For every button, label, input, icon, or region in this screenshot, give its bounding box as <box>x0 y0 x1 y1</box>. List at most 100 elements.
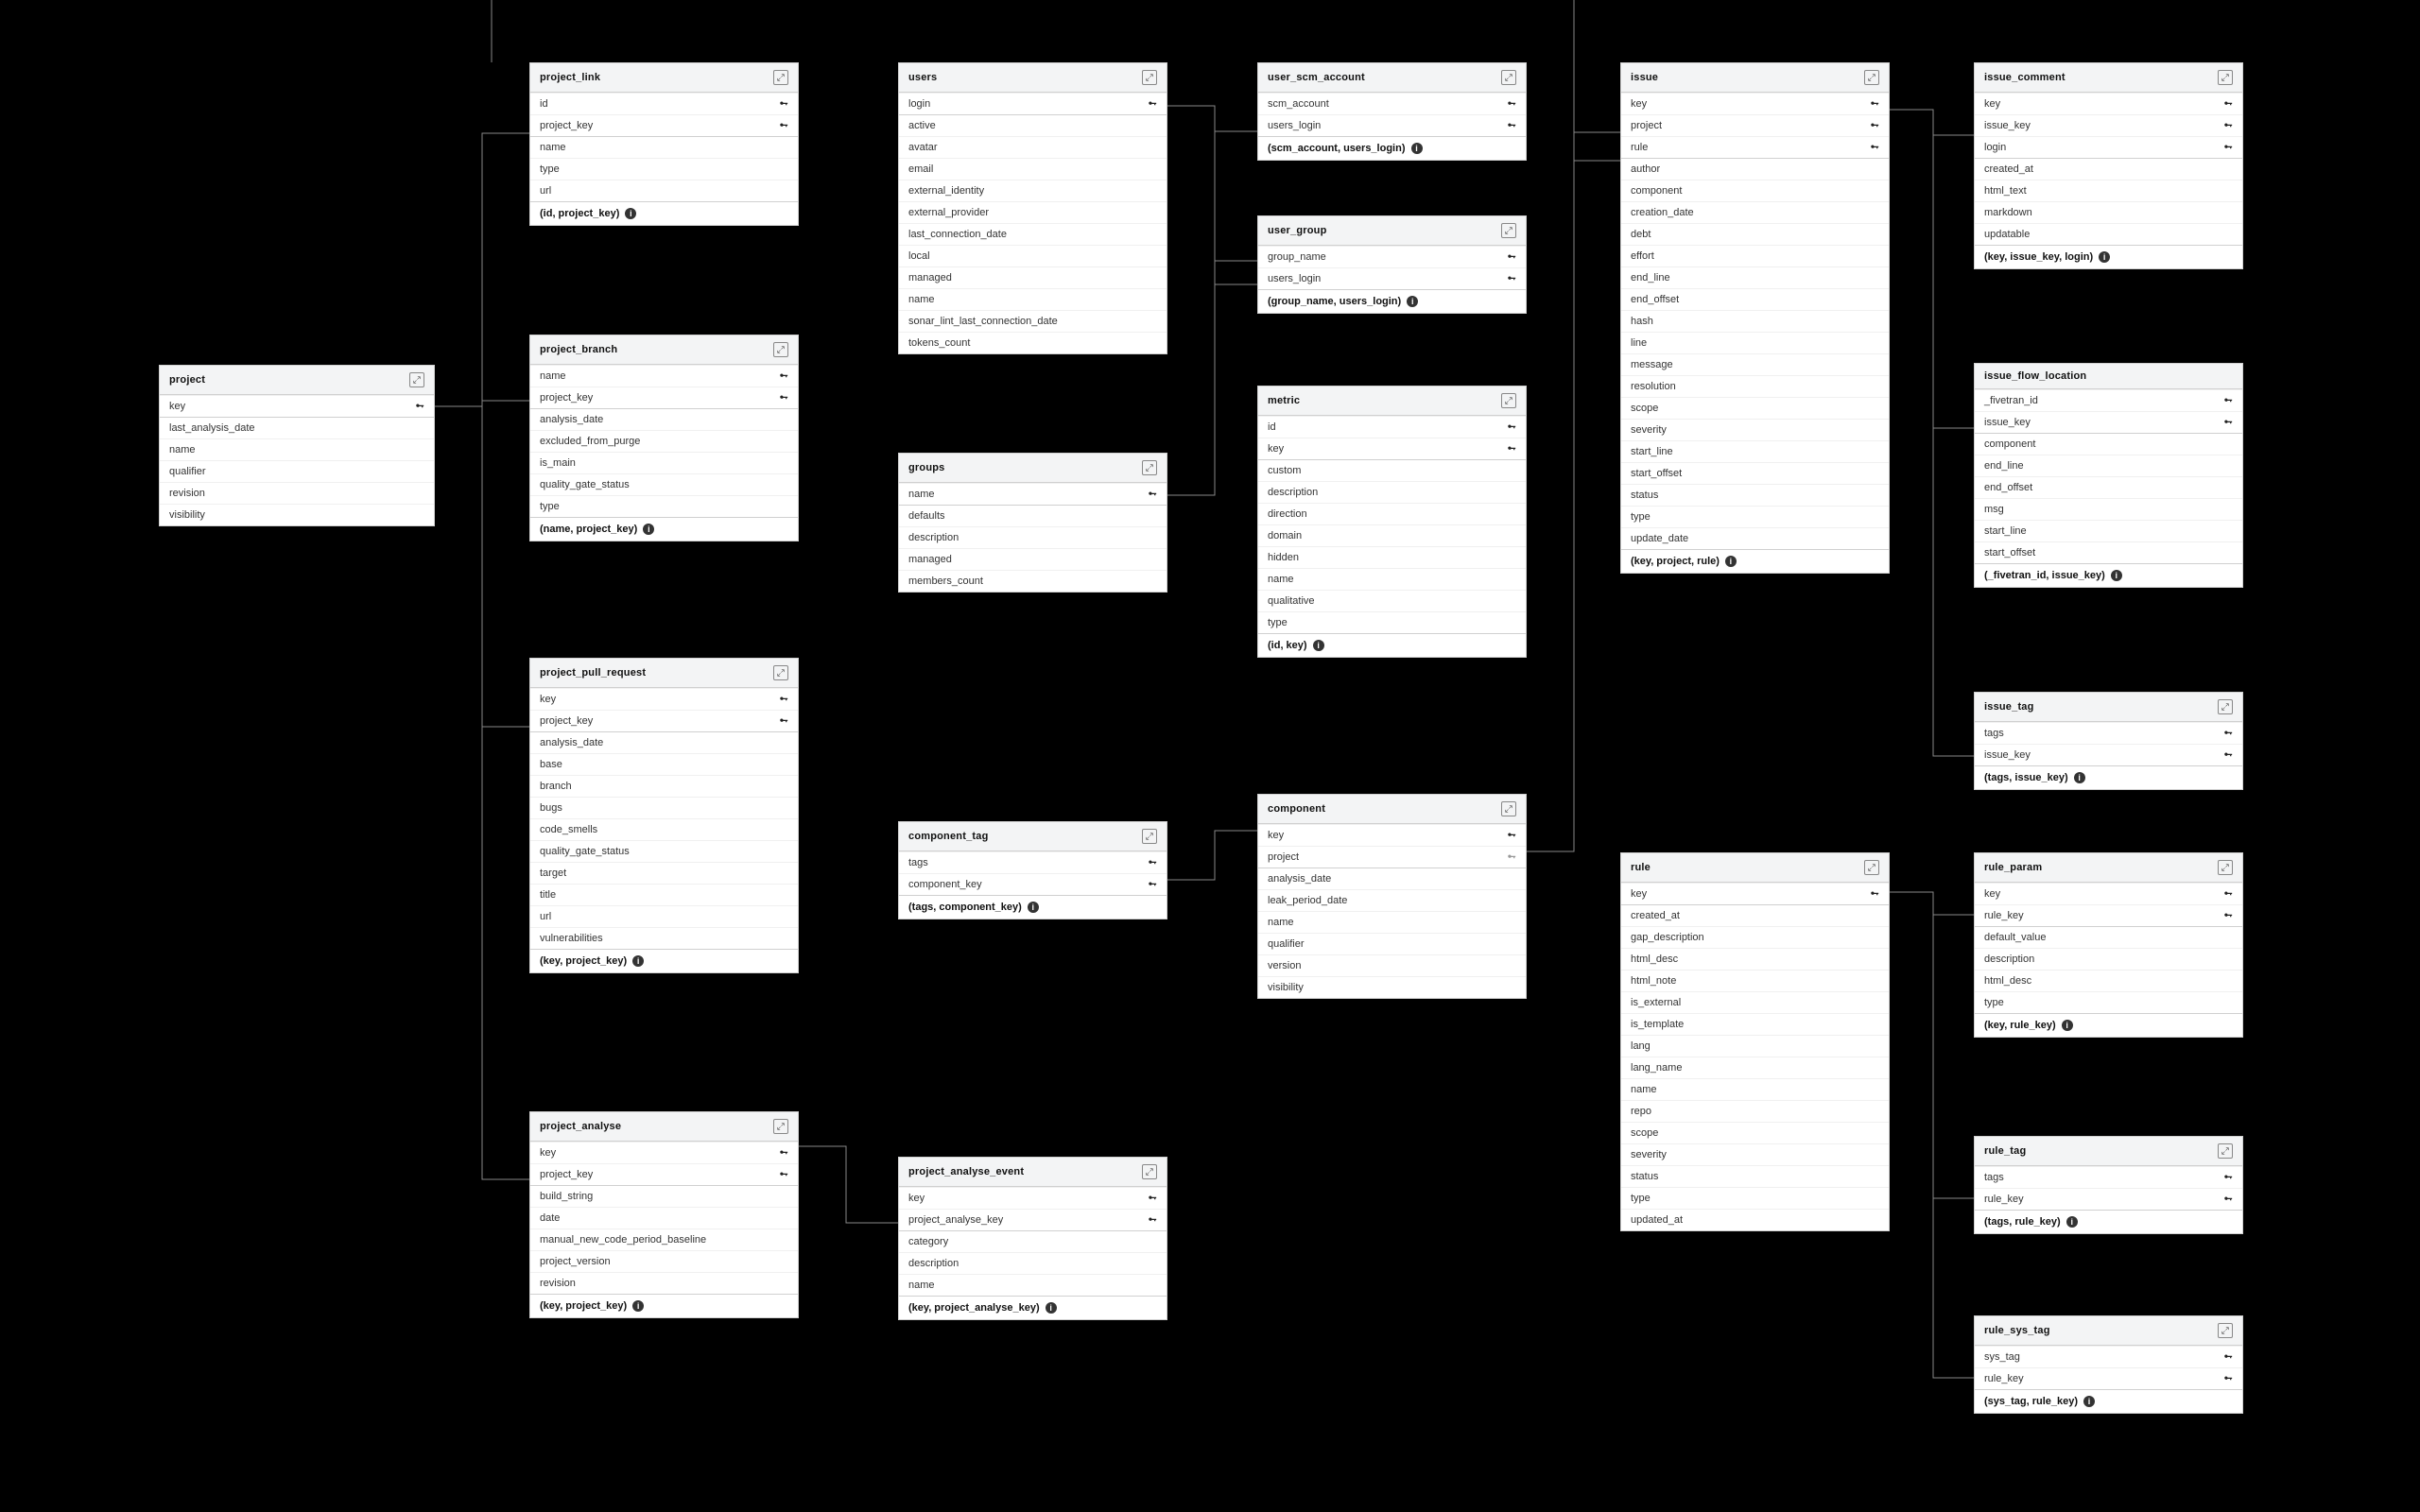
column-name: custom <box>1268 465 1301 476</box>
column-component: component <box>1621 180 1889 201</box>
column-url: url <box>530 180 798 201</box>
column-start_offset: start_offset <box>1975 541 2242 563</box>
entity-title: issue_flow_location <box>1984 370 2086 382</box>
expand-icon[interactable] <box>1142 829 1157 844</box>
column-name: active <box>908 120 936 131</box>
entity-header[interactable]: project_branch <box>530 335 798 365</box>
column-is_main: is_main <box>530 452 798 473</box>
expand-icon[interactable] <box>2218 1323 2233 1338</box>
entity-header[interactable]: issue_flow_location <box>1975 364 2242 389</box>
column-key: key <box>1258 824 1526 846</box>
entity-users: usersloginactiveavataremailexternal_iden… <box>898 62 1167 354</box>
expand-icon[interactable] <box>1142 460 1157 475</box>
expand-icon[interactable] <box>773 342 788 357</box>
entity-header[interactable]: metric <box>1258 387 1526 416</box>
expand-icon[interactable] <box>1501 393 1516 408</box>
entity-metric: metricidkeycustomdescriptiondirectiondom… <box>1257 386 1527 658</box>
expand-icon[interactable] <box>773 70 788 85</box>
column-name: login <box>1984 142 2006 153</box>
key-icon <box>2223 729 2233 738</box>
entity-project_pull_request: project_pull_requestkeyproject_keyanalys… <box>529 658 799 973</box>
expand-icon[interactable] <box>2218 860 2233 875</box>
connector-line <box>1166 831 1257 880</box>
column-name: name <box>899 288 1167 310</box>
column-name: analysis_date <box>540 414 603 425</box>
column-name: direction <box>1268 508 1307 520</box>
expand-icon[interactable] <box>1501 70 1516 85</box>
entity-header[interactable]: issue <box>1621 63 1889 93</box>
info-icon: i <box>632 955 644 967</box>
info-icon: i <box>2099 251 2110 263</box>
entity-header[interactable]: user_group <box>1258 216 1526 246</box>
expand-icon[interactable] <box>1864 70 1879 85</box>
column-component: component <box>1975 433 2242 455</box>
connector-line <box>1888 892 1974 915</box>
entity-header[interactable]: project_link <box>530 63 798 93</box>
constraint-text: (key, project_key) <box>540 955 627 967</box>
constraint-text: (key, rule_key) <box>1984 1020 2056 1031</box>
column-key: key <box>1975 883 2242 904</box>
column-name: version <box>1268 960 1301 971</box>
column-name: severity <box>1631 1149 1667 1160</box>
column-name: users_login <box>1268 120 1321 131</box>
column-debt: debt <box>1621 223 1889 245</box>
column-name: rule_key <box>1984 1373 2024 1384</box>
entity-header[interactable]: rule_param <box>1975 853 2242 883</box>
entity-header[interactable]: user_scm_account <box>1258 63 1526 93</box>
entity-title: metric <box>1268 395 1300 406</box>
column-is_external: is_external <box>1621 991 1889 1013</box>
column-name: end_offset <box>1984 482 2032 493</box>
expand-icon[interactable] <box>1142 1164 1157 1179</box>
expand-icon[interactable] <box>2218 699 2233 714</box>
column-project: project <box>1258 846 1526 868</box>
entity-header[interactable]: groups <box>899 454 1167 483</box>
column-name: type <box>540 501 560 512</box>
expand-icon[interactable] <box>1142 70 1157 85</box>
entity-issue: issuekeyprojectruleauthorcomponentcreati… <box>1620 62 1890 574</box>
connector-line <box>1888 892 1974 1198</box>
expand-icon[interactable] <box>1864 860 1879 875</box>
entity-header[interactable]: rule_tag <box>1975 1137 2242 1166</box>
entity-header[interactable]: project_pull_request <box>530 659 798 688</box>
entity-header[interactable]: issue_tag <box>1975 693 2242 722</box>
key-icon <box>2223 911 2233 920</box>
column-name: key <box>1631 98 1647 110</box>
column-end_line: end_line <box>1975 455 2242 476</box>
expand-icon[interactable] <box>773 665 788 680</box>
expand-icon[interactable] <box>773 1119 788 1134</box>
entity-header[interactable]: users <box>899 63 1167 93</box>
expand-icon[interactable] <box>2218 70 2233 85</box>
column-creation_date: creation_date <box>1621 201 1889 223</box>
column-end_line: end_line <box>1621 266 1889 288</box>
key-icon <box>1507 99 1516 109</box>
column-name: status <box>1631 490 1658 501</box>
entity-header[interactable]: rule_sys_tag <box>1975 1316 2242 1346</box>
entity-header[interactable]: project_analyse_event <box>899 1158 1167 1187</box>
entity-header[interactable]: rule <box>1621 853 1889 883</box>
column-last_connection_date: last_connection_date <box>899 223 1167 245</box>
entity-header[interactable]: component_tag <box>899 822 1167 851</box>
entity-header[interactable]: project_analyse <box>530 1112 798 1142</box>
column-name: managed <box>908 554 952 565</box>
key-icon <box>779 695 788 704</box>
entity-header[interactable]: component <box>1258 795 1526 824</box>
column-name: author <box>1631 163 1660 175</box>
entity-title: groups <box>908 462 944 473</box>
column-name: last_analysis_date <box>169 422 255 434</box>
entity-header[interactable]: issue_comment <box>1975 63 2242 93</box>
expand-icon[interactable] <box>1501 223 1516 238</box>
column-name: project_key <box>540 1169 593 1180</box>
expand-icon[interactable] <box>2218 1143 2233 1159</box>
expand-icon[interactable] <box>1501 801 1516 816</box>
column-key: key <box>1258 438 1526 459</box>
column-name: html_desc <box>1984 975 2031 987</box>
column-updatable: updatable <box>1975 223 2242 245</box>
column-users_login: users_login <box>1258 267 1526 289</box>
expand-icon[interactable] <box>409 372 424 387</box>
column-name: end_line <box>1984 460 2024 472</box>
column-visibility: visibility <box>160 504 434 525</box>
column-bugs: bugs <box>530 797 798 818</box>
entity-header[interactable]: project <box>160 366 434 395</box>
column-members_count: members_count <box>899 570 1167 592</box>
column-name: analysis_date <box>540 737 603 748</box>
